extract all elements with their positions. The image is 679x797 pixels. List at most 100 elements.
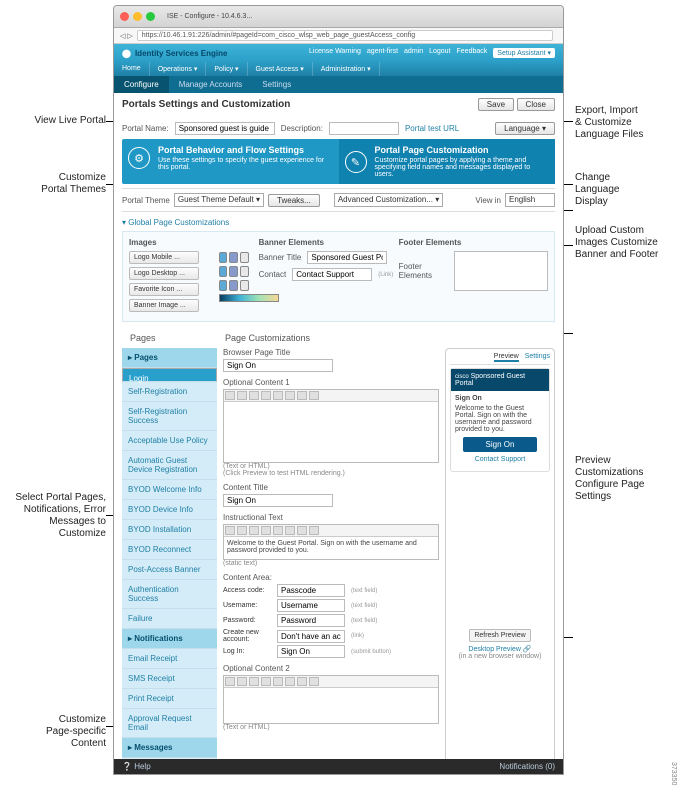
license-warning[interactable]: License Warning <box>309 48 361 58</box>
sidebar-item[interactable]: Self-Registration <box>122 382 217 402</box>
sidebar-item[interactable]: SMS Receipt <box>122 669 217 689</box>
minimize-icon[interactable] <box>133 12 142 21</box>
logo-mobile-button[interactable]: Logo Mobile ... <box>129 251 199 264</box>
desktop-preview-link[interactable]: Desktop Preview 🔗 <box>450 645 550 653</box>
sidebar-item[interactable]: BYOD Device Info <box>122 500 217 520</box>
contact-input[interactable] <box>292 268 372 281</box>
view-in-label: View in <box>475 196 501 205</box>
instructional-text-editor[interactable]: Welcome to the Guest Portal. Sign on wit… <box>223 524 439 560</box>
layout: ▸ PagesLoginSelf-RegistrationSelf-Regist… <box>122 348 555 775</box>
sidebar-item[interactable]: ▸ Messages <box>122 738 217 758</box>
footer-textarea[interactable] <box>454 251 548 291</box>
callout-select-pages: Select Portal Pages, Notifications, Erro… <box>0 492 106 540</box>
images-header: Images <box>129 238 209 247</box>
portal-theme-label: Portal Theme <box>122 196 170 205</box>
color-swatch[interactable] <box>229 266 238 277</box>
portal-theme-select[interactable]: Guest Theme Default ▾ <box>174 193 264 207</box>
content-title-input[interactable] <box>223 494 333 507</box>
color-swatch[interactable] <box>219 266 228 277</box>
banner-title-input[interactable] <box>307 251 387 264</box>
logout-link[interactable]: Logout <box>429 48 450 58</box>
global-customizations-header[interactable]: ▾ Global Page Customizations <box>122 218 555 227</box>
ca-hint: (text field) <box>351 618 401 624</box>
sidebar-item[interactable]: Login <box>122 368 217 382</box>
favorite-icon-button[interactable]: Favorite Icon ... <box>129 283 199 296</box>
preview-signon-button: Sign On <box>463 437 537 452</box>
tab-manage-accounts[interactable]: Manage Accounts <box>169 76 253 93</box>
tweaks-button[interactable]: Tweaks... <box>268 194 320 207</box>
color-swatch[interactable] <box>229 280 238 291</box>
advanced-customization-select[interactable]: Advanced Customization... ▾ <box>334 193 443 207</box>
description-input[interactable] <box>329 122 399 135</box>
color-swatch[interactable] <box>240 280 249 291</box>
sidebar-item[interactable]: Failure <box>122 609 217 629</box>
notifications-link[interactable]: Notifications (0) <box>499 762 555 771</box>
portal-name-input[interactable] <box>175 122 275 135</box>
logo-desktop-button[interactable]: Logo Desktop ... <box>129 267 199 280</box>
ca-input[interactable] <box>277 584 345 597</box>
banner-left[interactable]: ⚙ Portal Behavior and Flow Settings Use … <box>122 139 339 184</box>
preview-phone: cisco Sponsored Guest Portal Sign On Wel… <box>450 368 550 472</box>
customize-icon: ✎ <box>345 151 367 173</box>
sidebar-item[interactable]: Approval Request Email <box>122 709 217 738</box>
sidebar-item[interactable]: BYOD Reconnect <box>122 540 217 560</box>
save-button[interactable]: Save <box>478 98 514 111</box>
feedback-link[interactable]: Feedback <box>457 48 488 58</box>
ca-input[interactable] <box>277 614 345 627</box>
browser-title-label: Browser Page Title <box>223 348 439 357</box>
optional-content-2-editor[interactable] <box>223 675 439 724</box>
sidebar-item[interactable]: BYOD Welcome Info <box>122 480 217 500</box>
nav-operations[interactable]: Operations ▾ <box>150 62 207 76</box>
color-swatch[interactable] <box>219 280 228 291</box>
sidebar-item[interactable]: Print Receipt <box>122 689 217 709</box>
preview-contact-link: Contact Support <box>455 456 545 463</box>
setup-assistant[interactable]: Setup Assistant ▾ <box>493 48 555 58</box>
sidebar-item[interactable]: Email Receipt <box>122 649 217 669</box>
preview-header: cisco Sponsored Guest Portal <box>451 369 549 391</box>
browser-tab[interactable]: ISE - Configure - 10.4.6.3... <box>167 13 252 20</box>
portal-test-url-link[interactable]: Portal test URL <box>405 124 459 133</box>
ca-input[interactable] <box>277 630 345 643</box>
help-link[interactable]: ❔ Help <box>122 762 151 771</box>
url-input[interactable]: https://10.46.1.91:226/admin/#pageId=com… <box>137 30 553 41</box>
nav-policy[interactable]: Policy ▾ <box>206 62 247 76</box>
nav-guest-access[interactable]: Guest Access ▾ <box>248 62 313 76</box>
flow-icon: ⚙ <box>128 147 150 169</box>
sidebar-item[interactable]: Self-Registration Success <box>122 402 217 431</box>
settings-tab[interactable]: Settings <box>525 353 550 362</box>
nav-administration[interactable]: Administration ▾ <box>313 62 380 76</box>
language-button[interactable]: Language ▾ <box>495 122 555 135</box>
maximize-icon[interactable] <box>146 12 155 21</box>
refresh-preview-button[interactable]: Refresh Preview <box>469 629 530 642</box>
preview-body: Welcome to the Guest Portal. Sign on wit… <box>455 405 545 433</box>
banner-elements-header: Banner Elements <box>259 238 389 247</box>
brand-label: ⬤Identity Services Engine <box>122 49 227 58</box>
preview-tab[interactable]: Preview <box>494 353 519 362</box>
sidebar-item[interactable]: ▸ Pages <box>122 348 217 368</box>
sidebar-item[interactable]: Post-Access Banner <box>122 560 217 580</box>
sub-tabs: Configure Manage Accounts Settings <box>114 76 563 93</box>
color-swatch[interactable] <box>240 252 249 263</box>
color-swatch[interactable] <box>219 252 228 263</box>
content-area-label: Content Area: <box>223 573 439 582</box>
nav-home[interactable]: Home <box>114 62 150 76</box>
reload-icon[interactable]: ◁ ▷ <box>120 32 133 40</box>
color-swatch[interactable] <box>240 266 249 277</box>
sidebar-item[interactable]: BYOD Installation <box>122 520 217 540</box>
sidebar-item[interactable]: Automatic Guest Device Registration <box>122 451 217 480</box>
optional-content-1-editor[interactable] <box>223 389 439 463</box>
view-language-select[interactable]: English <box>505 193 555 207</box>
banner-image-button[interactable]: Banner Image ... <box>129 299 199 312</box>
sidebar-item[interactable]: Acceptable Use Policy <box>122 431 217 451</box>
sidebar-item[interactable]: ▸ Notifications <box>122 629 217 649</box>
tab-settings[interactable]: Settings <box>252 76 301 93</box>
sidebar-item[interactable]: Authentication Success <box>122 580 217 609</box>
close-button[interactable]: Close <box>517 98 555 111</box>
color-swatch[interactable] <box>229 252 238 263</box>
browser-title-input[interactable] <box>223 359 333 372</box>
ca-input[interactable] <box>277 645 345 658</box>
ca-input[interactable] <box>277 599 345 612</box>
banner-right[interactable]: ✎ Portal Page Customization Customize po… <box>339 139 556 184</box>
tab-configure[interactable]: Configure <box>114 76 169 93</box>
close-icon[interactable] <box>120 12 129 21</box>
